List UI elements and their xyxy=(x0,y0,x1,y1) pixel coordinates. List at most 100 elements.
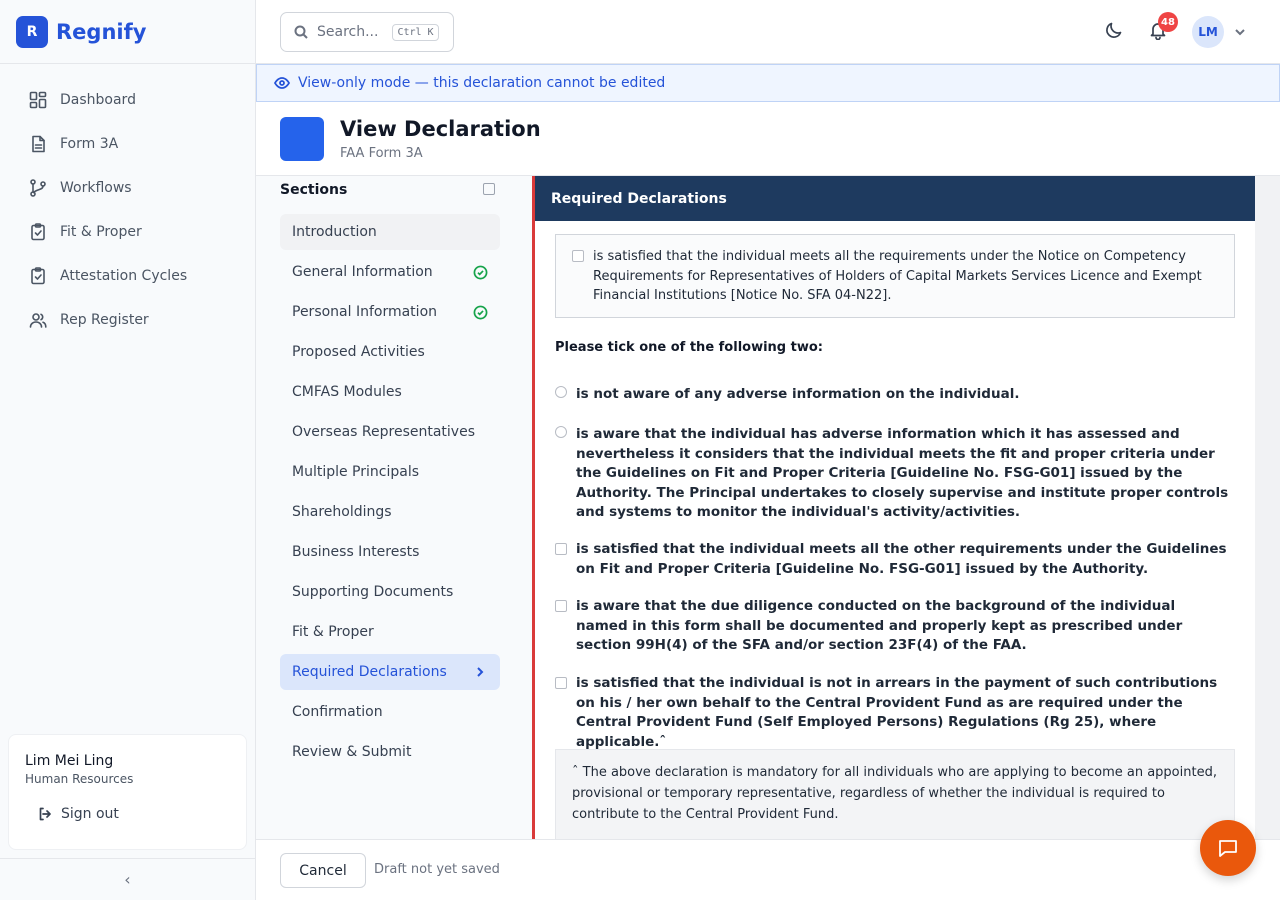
section-required-declarations[interactable]: Required Declarations xyxy=(280,654,500,690)
other-requirements-checkbox[interactable] xyxy=(555,543,567,555)
eye-icon xyxy=(274,77,290,89)
section-label: Supporting Documents xyxy=(292,584,454,600)
draft-status: Draft not yet saved xyxy=(374,862,500,877)
nav-item-label: Fit & Proper xyxy=(60,224,142,240)
theme-toggle-button[interactable] xyxy=(1104,20,1126,42)
cancel-button[interactable]: Cancel xyxy=(280,853,366,888)
main-nav: Dashboard Form 3A Workflows Fit & Proper… xyxy=(0,64,255,342)
search-shortcut: Ctrl K xyxy=(392,23,439,41)
section-fit-proper[interactable]: Fit & Proper xyxy=(280,614,500,650)
section-label: Required Declarations xyxy=(292,664,447,680)
sign-out-icon xyxy=(39,807,51,821)
cpf-note-text: ˆ The above declaration is mandatory for… xyxy=(572,765,1217,822)
users-icon xyxy=(29,313,47,328)
cpf-checkbox[interactable] xyxy=(555,677,567,689)
nav-item-attestation-cycles[interactable]: Attestation Cycles xyxy=(0,254,255,298)
search-placeholder: Search... xyxy=(317,24,379,40)
section-personal-information[interactable]: Personal Information xyxy=(280,294,500,330)
section-label: Confirmation xyxy=(292,704,383,720)
sidebar: R Regnify Dashboard Form 3A Workflows Fi… xyxy=(0,0,256,900)
nav-item-label: Form 3A xyxy=(60,136,119,152)
section-confirmation[interactable]: Confirmation xyxy=(280,694,500,730)
competency-text: is satisfied that the individual meets a… xyxy=(593,249,1202,303)
chevron-down-icon xyxy=(1235,29,1245,36)
aware-label: is aware that the individual has adverse… xyxy=(576,426,1229,520)
section-label: Personal Information xyxy=(292,304,438,320)
moon-icon xyxy=(1106,22,1122,38)
user-role: Human Resources xyxy=(25,772,134,786)
nav-item-label: Rep Register xyxy=(60,312,149,328)
search-icon xyxy=(294,25,308,39)
due-diligence-label: is aware that the due diligence conducte… xyxy=(576,598,1183,653)
section-label: Introduction xyxy=(292,224,377,240)
brand[interactable]: R Regnify xyxy=(0,0,255,64)
dashboard-icon xyxy=(29,91,47,109)
nav-item-label: Attestation Cycles xyxy=(60,268,188,284)
not-aware-label: is not aware of any adverse information … xyxy=(576,386,1020,402)
page-header: View Declaration FAA Form 3A xyxy=(256,102,1280,176)
section-label: CMFAS Modules xyxy=(292,384,402,400)
notification-badge: 48 xyxy=(1158,12,1178,32)
section-label: Review & Submit xyxy=(292,744,412,760)
aware-radio[interactable] xyxy=(555,426,567,438)
section-introduction[interactable]: Introduction xyxy=(280,214,500,250)
app-root: R Regnify Dashboard Form 3A Workflows Fi… xyxy=(0,0,1280,900)
section-label: Overseas Representatives xyxy=(292,424,475,440)
view-only-banner: View-only mode — this declaration cannot… xyxy=(256,64,1280,102)
nav-item-workflows[interactable]: Workflows xyxy=(0,166,255,210)
declarations-card: Required Declarations is satisfied that … xyxy=(535,176,1255,839)
section-review-submit[interactable]: Review & Submit xyxy=(280,734,500,770)
chat-icon xyxy=(1219,840,1237,857)
nav-item-label: Dashboard xyxy=(60,92,136,108)
declarations-heading: Required Declarations xyxy=(535,176,1255,221)
section-multiple-principals[interactable]: Multiple Principals xyxy=(280,454,500,490)
other-requirements-label: is satisfied that the individual meets a… xyxy=(576,541,1227,577)
form-footer: Cancel Draft not yet saved xyxy=(256,839,1280,900)
section-label: Business Interests xyxy=(292,544,420,560)
section-overseas-representatives[interactable]: Overseas Representatives xyxy=(280,414,500,450)
sidebar-collapse-button[interactable]: ‹ xyxy=(0,858,255,900)
due-diligence-checkbox[interactable] xyxy=(555,600,567,612)
collapse-panel-icon[interactable] xyxy=(483,183,495,195)
page-title: View Declaration xyxy=(340,117,541,141)
sign-out-button[interactable]: Sign out xyxy=(25,806,230,822)
nav-item-form-3a[interactable]: Form 3A xyxy=(0,122,255,166)
brand-name: Regnify xyxy=(56,19,147,44)
section-label: General Information xyxy=(292,264,433,280)
check-circle-icon xyxy=(473,265,488,280)
sections-list: Introduction General Information Persona… xyxy=(280,214,500,774)
section-business-interests[interactable]: Business Interests xyxy=(280,534,500,570)
tick-one-prompt: Please tick one of the following two: xyxy=(555,340,823,355)
section-supporting-documents[interactable]: Supporting Documents xyxy=(280,574,500,610)
banner-text: View-only mode — this declaration cannot… xyxy=(298,75,666,91)
section-label: Multiple Principals xyxy=(292,464,420,480)
nav-item-label: Workflows xyxy=(60,180,132,196)
section-label: Proposed Activities xyxy=(292,344,425,360)
section-shareholdings[interactable]: Shareholdings xyxy=(280,494,500,530)
cpf-note: ˆ The above declaration is mandatory for… xyxy=(555,749,1235,839)
nav-item-dashboard[interactable]: Dashboard xyxy=(0,78,255,122)
brand-logo: R xyxy=(16,15,48,48)
section-cmfas-modules[interactable]: CMFAS Modules xyxy=(280,374,500,410)
nav-item-rep-register[interactable]: Rep Register xyxy=(0,298,255,342)
cpf-label: is satisfied that the individual is not … xyxy=(576,675,1218,750)
nav-item-fit-proper[interactable]: Fit & Proper xyxy=(0,210,255,254)
user-card: Lim Mei Ling Human Resources Sign out xyxy=(8,734,247,850)
clipboard-check-icon xyxy=(31,223,45,241)
form-icon-block xyxy=(280,117,324,161)
search-input[interactable]: Search... Ctrl K xyxy=(280,12,454,52)
user-name: Lim Mei Ling xyxy=(25,753,114,769)
chat-button[interactable] xyxy=(1200,820,1256,876)
not-aware-radio[interactable] xyxy=(555,386,567,398)
page-subtitle: FAA Form 3A xyxy=(340,146,423,161)
document-icon xyxy=(32,135,45,153)
avatar[interactable]: LM xyxy=(1192,16,1224,48)
sections-panel: Sections Introduction General Informatio… xyxy=(256,176,532,839)
chevron-right-icon xyxy=(474,666,486,678)
competency-checkbox[interactable] xyxy=(572,250,584,262)
section-general-information[interactable]: General Information xyxy=(280,254,500,290)
section-label: Fit & Proper xyxy=(292,624,374,640)
git-branch-icon xyxy=(30,179,46,197)
user-menu-toggle[interactable] xyxy=(1233,24,1247,38)
section-proposed-activities[interactable]: Proposed Activities xyxy=(280,334,500,370)
